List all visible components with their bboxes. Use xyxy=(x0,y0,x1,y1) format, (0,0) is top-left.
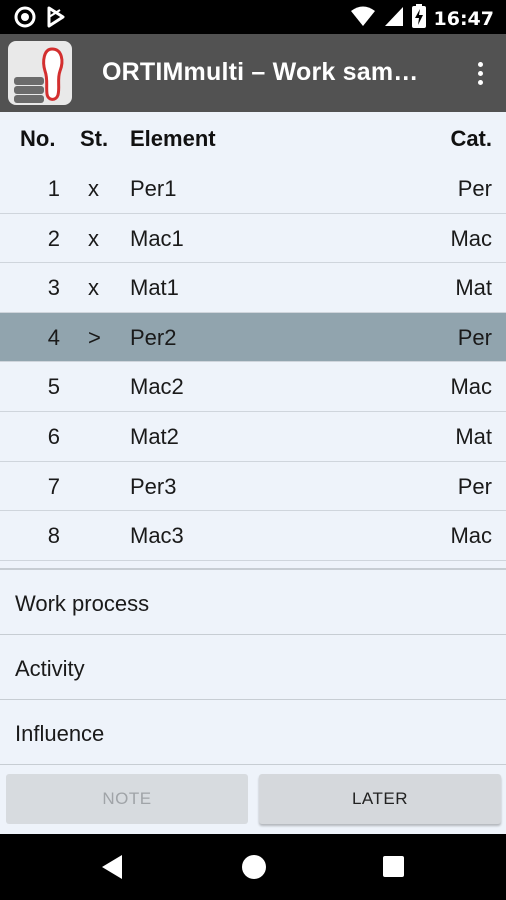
table-row[interactable]: 4 > Per2 Per xyxy=(0,312,506,363)
overflow-menu-icon[interactable] xyxy=(468,54,492,92)
note-button[interactable]: NOTE xyxy=(6,774,248,824)
row-category: Mat xyxy=(455,423,492,449)
header-category: Cat. xyxy=(450,126,492,151)
button-bar: NOTE LATER xyxy=(0,766,506,834)
clock: 16:47 xyxy=(433,7,494,30)
home-icon[interactable] xyxy=(242,855,266,879)
row-number: 8 xyxy=(47,523,60,549)
row-category: Mat xyxy=(455,275,492,301)
row-element: Per1 xyxy=(130,176,177,201)
row-status: > xyxy=(88,324,101,350)
table-row[interactable]: 8 Mac3 Mac xyxy=(0,511,506,561)
recent-apps-icon[interactable] xyxy=(383,856,404,877)
section-activity[interactable]: Activity xyxy=(0,635,506,700)
header-status: St. xyxy=(80,126,109,151)
element-list: 1 x Per1 Per 2 x Mac1 Mac 3 x Mat1 Mat 4… xyxy=(0,164,506,561)
row-number: 3 xyxy=(47,275,60,301)
row-element: Mac2 xyxy=(130,374,184,400)
row-status: x xyxy=(88,225,99,251)
app-title: ORTIMmulti – Work sam… xyxy=(102,58,419,86)
row-element: Per2 xyxy=(130,324,177,350)
back-icon[interactable] xyxy=(100,854,124,885)
ortim-footprint-logo[interactable] xyxy=(8,41,72,105)
row-status: x xyxy=(88,176,99,201)
app-bar: ORTIMmulti – Work sam… xyxy=(0,34,506,112)
row-category: Mac xyxy=(450,374,492,400)
row-category: Per xyxy=(457,473,492,499)
row-element: Per3 xyxy=(130,473,177,499)
table-row[interactable]: 3 x Mat1 Mat xyxy=(0,263,506,313)
table-row[interactable]: 7 Per3 Per xyxy=(0,462,506,512)
row-number: 7 xyxy=(47,473,60,499)
row-element: Mac1 xyxy=(130,225,184,251)
section-list: Work process Activity Influence xyxy=(0,568,506,765)
navigation-bar xyxy=(0,834,506,900)
circle-notification-icon xyxy=(14,6,36,33)
row-category: Mac xyxy=(450,225,492,251)
row-number: 4 xyxy=(47,324,60,350)
table-row[interactable]: 6 Mat2 Mat xyxy=(0,412,506,462)
table-header: No. St. Element Cat. xyxy=(0,112,506,164)
battery-charging-icon xyxy=(411,4,426,33)
row-status: x xyxy=(88,275,99,301)
table-row[interactable]: 2 x Mac1 Mac xyxy=(0,214,506,264)
table-row[interactable]: 5 Mac2 Mac xyxy=(0,362,506,412)
signal-icon xyxy=(384,5,404,32)
row-category: Per xyxy=(457,324,492,350)
row-element: Mat1 xyxy=(130,275,179,301)
table-row[interactable]: 1 x Per1 Per xyxy=(0,164,506,214)
row-element: Mac3 xyxy=(130,523,184,549)
section-influence[interactable]: Influence xyxy=(0,700,506,765)
row-number: 5 xyxy=(47,374,60,400)
row-number: 6 xyxy=(47,423,60,449)
play-store-icon xyxy=(46,6,66,33)
status-bar: 16:47 xyxy=(0,0,506,34)
section-work-process[interactable]: Work process xyxy=(0,570,506,635)
row-element: Mat2 xyxy=(130,423,179,449)
later-button[interactable]: LATER xyxy=(259,774,501,824)
row-category: Per xyxy=(457,176,492,201)
header-element: Element xyxy=(130,126,216,151)
row-category: Mac xyxy=(450,523,492,549)
row-number: 2 xyxy=(47,225,60,251)
header-no: No. xyxy=(20,126,56,151)
wifi-icon xyxy=(350,5,376,32)
row-number: 1 xyxy=(47,176,60,201)
